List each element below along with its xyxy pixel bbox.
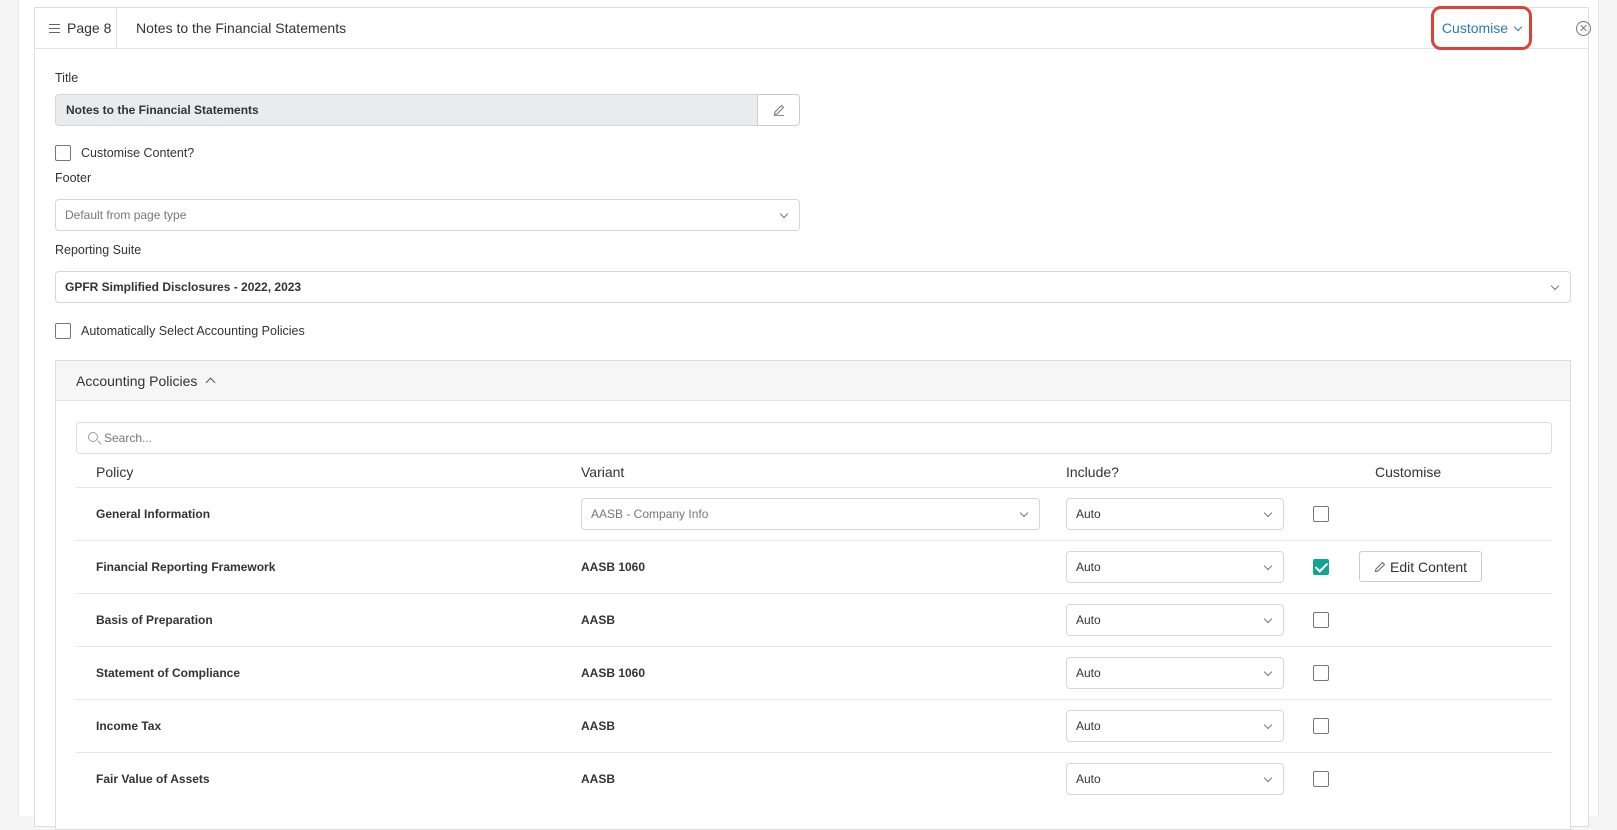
search-placeholder: Search... <box>104 431 153 445</box>
chevron-down-icon <box>1263 773 1273 783</box>
chevron-down-icon <box>1263 667 1273 677</box>
customise-dropdown-button[interactable]: Customise <box>1431 6 1532 50</box>
table-row: General Information AASB - Company Info … <box>76 487 1552 539</box>
customise-policy-checkbox[interactable] <box>1313 665 1329 681</box>
include-select[interactable]: Auto <box>1066 657 1284 689</box>
policy-name: Basis of Preparation <box>96 613 213 627</box>
chevron-down-icon <box>1263 561 1273 571</box>
page-drag-handle[interactable]: Page 8 <box>35 8 117 48</box>
close-icon[interactable] <box>1576 21 1591 36</box>
policy-search-input[interactable]: Search... <box>76 422 1552 454</box>
edit-content-button[interactable]: Edit Content <box>1359 551 1483 582</box>
chevron-down-icon <box>779 209 789 219</box>
column-header-variant: Variant <box>581 464 625 480</box>
include-select[interactable]: Auto <box>1066 551 1284 583</box>
policy-variant: AASB <box>581 613 616 627</box>
chevron-up-icon <box>205 377 216 388</box>
customise-policy-checkbox[interactable] <box>1313 506 1329 522</box>
footer-select-value: Default from page type <box>65 208 187 222</box>
accounting-policies-title: Accounting Policies <box>76 372 198 389</box>
pencil-icon <box>773 104 784 116</box>
policy-name: General Information <box>96 507 211 521</box>
customise-content-label: Customise Content? <box>81 146 195 160</box>
card-header: Page 8 Notes to the Financial Statements… <box>35 6 1591 50</box>
auto-select-policies-checkbox[interactable] <box>55 323 71 339</box>
chevron-down-icon <box>1513 22 1523 31</box>
policy-variant: AASB <box>581 772 616 786</box>
page-card: Page 8 Notes to the Financial Statements… <box>34 6 1591 830</box>
column-header-include: Include? <box>1066 464 1119 480</box>
customise-policy-checkbox[interactable] <box>1313 612 1329 628</box>
reporting-suite-label: Reporting Suite <box>55 243 142 257</box>
include-select-value: Auto <box>1076 560 1101 574</box>
include-select[interactable]: Auto <box>1066 763 1284 795</box>
include-select[interactable]: Auto <box>1066 710 1284 742</box>
column-header-policy: Policy <box>96 464 134 480</box>
customise-content-checkbox[interactable] <box>55 145 71 161</box>
reporting-suite-select[interactable]: GPFR Simplified Disclosures - 2022, 2023 <box>55 271 1571 303</box>
chevron-down-icon <box>1263 720 1273 730</box>
policy-variant: AASB <box>581 719 616 733</box>
chevron-down-icon <box>1263 508 1273 518</box>
footer-select[interactable]: Default from page type <box>55 199 800 231</box>
include-select-value: Auto <box>1076 719 1101 733</box>
customise-policy-checkbox[interactable] <box>1313 771 1329 787</box>
footer-label: Footer <box>55 171 92 185</box>
chevron-down-icon <box>1550 281 1560 291</box>
policy-name: Income Tax <box>96 719 162 733</box>
reporting-suite-value: GPFR Simplified Disclosures - 2022, 2023 <box>65 280 302 294</box>
customise-policy-checkbox[interactable] <box>1313 718 1329 734</box>
auto-select-policies-label: Automatically Select Accounting Policies <box>81 324 305 338</box>
policy-name: Fair Value of Assets <box>96 772 210 786</box>
column-header-customise: Customise <box>1375 464 1442 480</box>
hamburger-icon <box>49 23 60 33</box>
pencil-icon <box>1374 561 1386 572</box>
title-field[interactable]: Notes to the Financial Statements <box>55 94 758 126</box>
table-row: Statement of Compliance AASB 1060 Auto <box>76 646 1552 698</box>
page-container: Page 8 Notes to the Financial Statements… <box>18 0 1599 830</box>
policy-variant: AASB 1060 <box>581 666 646 680</box>
accounting-policies-panel: Accounting Policies Search... Policy Var… <box>55 360 1571 830</box>
chevron-down-icon <box>1019 508 1029 518</box>
variant-select[interactable]: AASB - Company Info <box>581 498 1040 530</box>
include-select-value: Auto <box>1076 666 1101 680</box>
edit-title-button[interactable] <box>757 94 800 126</box>
include-select[interactable]: Auto <box>1066 498 1284 530</box>
table-row: Financial Reporting Framework AASB 1060 … <box>76 540 1552 592</box>
chevron-down-icon <box>1263 614 1273 624</box>
customise-label: Customise <box>1441 20 1509 36</box>
include-select-value: Auto <box>1076 507 1101 521</box>
page-title: Notes to the Financial Statements <box>136 20 347 36</box>
include-select-value: Auto <box>1076 613 1101 627</box>
accounting-policies-toggle[interactable]: Accounting Policies <box>56 361 1570 401</box>
policy-name: Financial Reporting Framework <box>96 560 276 574</box>
policy-variant: AASB 1060 <box>581 560 646 574</box>
edit-content-label: Edit Content <box>1390 558 1468 575</box>
table-row: Basis of Preparation AASB Auto <box>76 593 1552 645</box>
include-select-value: Auto <box>1076 772 1101 786</box>
include-select[interactable]: Auto <box>1066 604 1284 636</box>
customise-policy-checkbox[interactable] <box>1313 559 1329 575</box>
search-icon <box>88 432 98 442</box>
policy-name: Statement of Compliance <box>96 666 241 680</box>
title-label: Title <box>55 71 79 85</box>
page-number-label: Page 8 <box>67 20 112 36</box>
table-row: Income Tax AASB Auto <box>76 699 1552 751</box>
variant-select-value: AASB - Company Info <box>591 507 709 521</box>
table-row: Fair Value of Assets AASB Auto <box>76 752 1552 804</box>
